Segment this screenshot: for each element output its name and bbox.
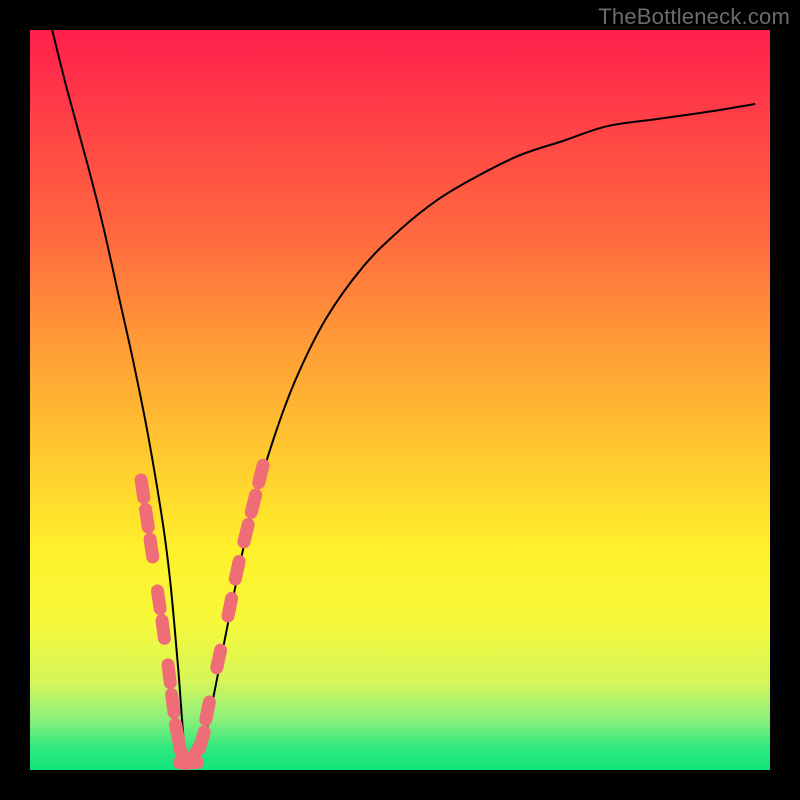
data-point: [172, 695, 174, 713]
data-points: [141, 465, 263, 763]
data-point: [244, 525, 248, 542]
data-point: [158, 591, 161, 609]
data-point: [206, 702, 210, 720]
data-point: [168, 665, 170, 683]
data-point: [150, 539, 153, 557]
data-point: [146, 510, 149, 528]
data-point: [141, 480, 144, 498]
data-point: [176, 724, 179, 742]
data-point: [251, 495, 255, 512]
bottleneck-curve: [52, 30, 755, 765]
chart-frame: TheBottleneck.com: [0, 0, 800, 800]
data-point: [162, 621, 164, 639]
data-point: [199, 732, 204, 749]
data-point: [228, 598, 232, 616]
data-point: [259, 465, 263, 482]
data-point: [217, 650, 221, 668]
curve-svg: [30, 30, 770, 770]
data-point: [235, 561, 239, 579]
plot-area: [30, 30, 770, 770]
watermark-text: TheBottleneck.com: [598, 4, 790, 30]
